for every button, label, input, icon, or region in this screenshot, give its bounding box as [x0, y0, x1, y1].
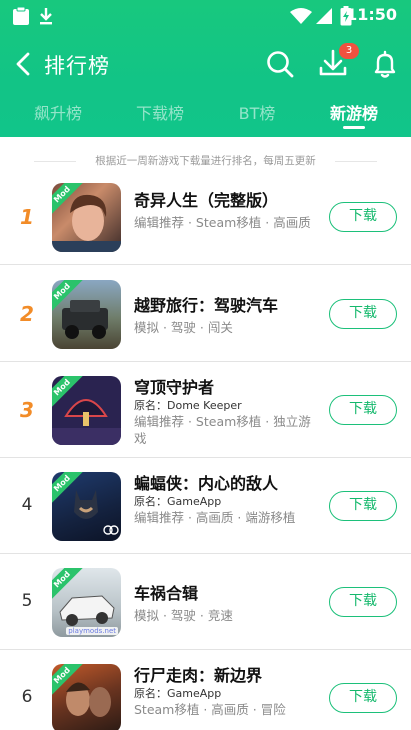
original-name: 原名：GameApp	[134, 495, 222, 508]
watermark: playmods.net	[66, 627, 118, 635]
search-icon[interactable]	[264, 48, 296, 80]
status-time: 11:50	[346, 5, 397, 24]
tab-downloads[interactable]: 下载榜	[120, 100, 200, 124]
back-arrow-icon[interactable]	[8, 48, 40, 80]
tab-rising[interactable]: 飙升榜	[18, 100, 98, 124]
download-count-badge: 3	[339, 43, 359, 59]
game-tags: Steam移植 · 高画质 · 冒险	[134, 702, 286, 717]
tab-new-games[interactable]: 新游榜	[314, 100, 394, 124]
rank-number: 3	[20, 398, 34, 422]
wifi-icon	[290, 8, 312, 24]
download-button[interactable]: 下载	[329, 587, 397, 617]
title-bar: 排行榜 3	[0, 40, 411, 88]
clipboard-icon	[13, 6, 29, 25]
game-name[interactable]: 车祸合辑	[134, 580, 198, 604]
game-tags: 编辑推荐 · Steam移植 · 独立游戏	[134, 414, 311, 446]
rank-number: 5	[21, 591, 33, 611]
list-item[interactable]: 4 Mod 蝙蝠侠：内心的敌人 原名：GameApp 编辑推荐 · 高画质 · …	[0, 458, 411, 554]
bell-icon[interactable]	[368, 47, 402, 81]
original-name: 原名：GameApp	[134, 687, 222, 700]
game-thumbnail[interactable]: Mod	[52, 280, 121, 349]
update-notice: 根据近一周新游戏下载量进行排名，每周五更新	[95, 155, 316, 167]
original-name: 原名：Dome Keeper	[134, 399, 242, 412]
game-thumbnail[interactable]: Mod	[52, 472, 121, 541]
tab-bt[interactable]: BT榜	[217, 100, 297, 124]
game-tags: 编辑推荐 · Steam移植 · 高画质	[134, 215, 311, 230]
rank-number: 2	[20, 302, 34, 326]
game-thumbnail[interactable]: Mod	[52, 664, 121, 730]
game-tags: 编辑推荐 · 高画质 · 端游移植	[134, 510, 296, 525]
download-button[interactable]: 下载	[329, 683, 397, 713]
game-name[interactable]: 越野旅行：驾驶汽车	[134, 292, 278, 316]
game-name[interactable]: 奇异人生（完整版）	[134, 187, 278, 211]
rank-number: 1	[20, 205, 34, 229]
game-thumbnail[interactable]: Mod playmods.net	[52, 568, 121, 637]
rank-tabs: 飙升榜 下载榜 BT榜 新游榜	[0, 92, 411, 136]
ranking-list: 根据近一周新游戏下载量进行排名，每周五更新 1 Mod 奇异人生（完整版） 编辑…	[0, 137, 411, 730]
game-name[interactable]: 蝙蝠侠：内心的敌人	[134, 470, 278, 494]
game-thumbnail[interactable]: Mod	[52, 376, 121, 445]
tab-active-indicator	[343, 126, 365, 129]
rank-number: 6	[21, 687, 33, 707]
page-title: 排行榜	[44, 54, 110, 78]
game-tags: 模拟 · 驾驶 · 闯关	[134, 320, 233, 335]
game-tags: 模拟 · 驾驶 · 竞速	[134, 608, 233, 623]
list-item[interactable]: 5 Mod playmods.net 车祸合辑 模拟 · 驾驶 · 竞速 下载	[0, 554, 411, 650]
game-name[interactable]: 行尸走肉：新边界	[134, 662, 262, 686]
list-item[interactable]: 2 Mod 越野旅行：驾驶汽车 模拟 · 驾驶 · 闯关 下载	[0, 266, 411, 362]
download-button[interactable]: 下载	[329, 491, 397, 521]
header: 11:50 排行榜 3 飙升榜 下载榜 BT榜 新游榜	[0, 0, 411, 137]
game-name[interactable]: 穹顶守护者	[134, 374, 214, 398]
download-notify-icon	[40, 8, 52, 25]
rank-number: 4	[21, 495, 33, 515]
cellular-signal-icon	[316, 8, 332, 24]
list-item[interactable]: 6 Mod 行尸走肉：新边界 原名：GameApp Steam移植 · 高画质 …	[0, 650, 411, 730]
list-item[interactable]: 3 Mod 穹顶守护者 原名：Dome Keeper 编辑推荐 · Steam移…	[0, 362, 411, 458]
status-bar: 11:50	[0, 0, 411, 32]
download-button[interactable]: 下载	[329, 202, 397, 232]
list-item[interactable]: 1 Mod 奇异人生（完整版） 编辑推荐 · Steam移植 · 高画质 下载	[0, 169, 411, 265]
game-thumbnail[interactable]: Mod	[52, 183, 121, 252]
download-button[interactable]: 下载	[329, 299, 397, 329]
download-button[interactable]: 下载	[329, 395, 397, 425]
